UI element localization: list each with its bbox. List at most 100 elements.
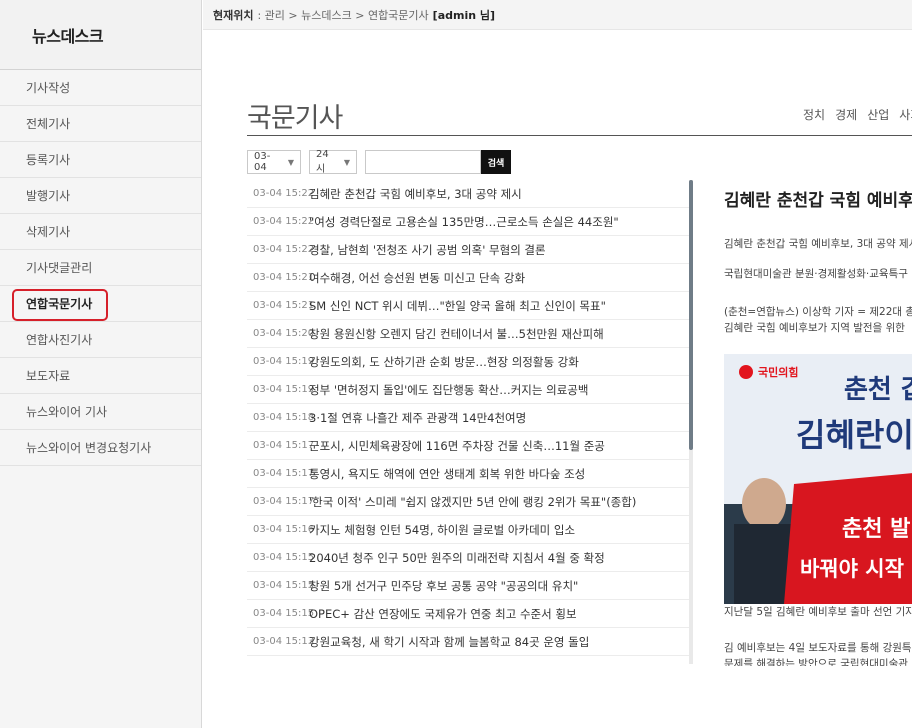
sidebar-header: 뉴스데스크 — [0, 0, 201, 70]
category-tab[interactable]: 경제 — [835, 108, 857, 122]
breadcrumb-prefix: 현재위치 — [213, 8, 254, 22]
photo-text-1: 춘천 갑 — [844, 375, 912, 405]
news-row[interactable]: 03-04 15:16 카지노 체험형 인턴 54명, 하이원 글로벌 아카데미 … — [247, 516, 691, 544]
news-time: 03-04 15:22 — [253, 216, 315, 227]
news-row[interactable]: 03-04 15:17 '한국 이적' 스미레 "쉽지 않겠지만 5년 안에 랭킹… — [247, 488, 691, 516]
article-photo-image: 국민의힘 춘천 갑 김혜란이 춘천 발 바꿔야 시작 — [724, 354, 912, 604]
news-title[interactable]: 김혜란 춘천갑 국힘 예비후보, 3대 공약 제시 — [309, 186, 522, 202]
sidebar-item[interactable]: 기사작성 — [0, 70, 201, 106]
news-time: 03-04 15:16 — [253, 524, 315, 535]
sidebar-item[interactable]: 뉴스와이어 기사 — [0, 394, 201, 430]
article-summary-1: 김혜란 춘천갑 국힘 예비후보, 3대 공약 제시 — [724, 238, 912, 250]
article-byline-1: (춘천=연합뉴스) 이상학 기자 = 제22대 총선 — [724, 306, 912, 318]
sidebar-item[interactable]: 뉴스와이어 변경요청기사 — [0, 430, 201, 466]
news-row[interactable]: 03-04 15:15 2040년 청주 인구 50만 원주의 미래전략 지침서 … — [247, 544, 691, 572]
news-row[interactable]: 03-04 15:19 정부 '면허정지 돌입'에도 집단행동 확산…커지는 의료… — [247, 376, 691, 404]
news-title[interactable]: 강원도의회, 도 산하기관 순회 방문…현장 의정활동 강화 — [309, 354, 579, 370]
news-time: 03-04 15:21 — [253, 300, 315, 311]
sidebar-item[interactable]: 보도자료 — [0, 358, 201, 394]
news-time: 03-04 15:22 — [253, 244, 315, 255]
article-photo: 국민의힘 춘천 갑 김혜란이 춘천 발 바꿔야 시작 — [724, 354, 912, 604]
news-title[interactable]: 강원교육청, 새 학기 시작과 함께 늘봄학교 84곳 운영 돌입 — [309, 634, 589, 650]
chevron-down-icon: ▼ — [287, 157, 294, 167]
news-title[interactable]: 여수해경, 어선 승선원 변동 미신고 단속 강화 — [309, 270, 525, 286]
sidebar-item-label: 기사댓글관리 — [26, 261, 93, 275]
news-time: 03-04 15:20 — [253, 328, 315, 339]
sidebar-item-label: 등록기사 — [26, 153, 71, 167]
hour-select[interactable]: 24시 ▼ — [309, 149, 357, 175]
sidebar-item[interactable]: 기사댓글관리 — [0, 250, 201, 286]
current-user: [admin 님] — [432, 8, 496, 22]
sidebar-item-label: 보도자료 — [26, 369, 71, 383]
search-input[interactable] — [365, 150, 481, 174]
filter-bar: 03-04 ▼ 24시 ▼ 검색 — [247, 149, 511, 175]
news-row[interactable]: 03-04 15:15 창원 5개 선거구 민주당 후보 공통 공약 "공공의대 … — [247, 572, 691, 600]
date-select[interactable]: 03-04 ▼ — [247, 150, 301, 174]
news-title[interactable]: 2040년 청주 인구 50만 원주의 미래전략 지침서 4월 중 확정 — [309, 550, 605, 566]
news-title[interactable]: 3·1절 연휴 나흘간 제주 관광객 14만4천여명 — [309, 410, 526, 426]
news-title[interactable]: 통영시, 욕지도 해역에 연안 생태계 회복 위한 바다숲 조성 — [309, 466, 585, 482]
news-time: 03-04 15:17 — [253, 496, 315, 507]
sidebar-item[interactable]: 연합사진기사 — [0, 322, 201, 358]
news-row[interactable]: 03-04 15:18 3·1절 연휴 나흘간 제주 관광객 14만4천여명 — [247, 404, 691, 432]
sidebar-item[interactable]: 삭제기사 — [0, 214, 201, 250]
active-item-highlight — [12, 289, 108, 321]
sidebar: 뉴스데스크 기사작성 전체기사등록기사발행기사삭제기사기사댓글관리연합국문기사 연합… — [0, 0, 202, 728]
chevron-down-icon: ▼ — [343, 157, 350, 167]
main-content: 현재위치 : 관리 > 뉴스데스크 > 연합국문기사 [admin 님] 국문기… — [203, 0, 912, 728]
news-row[interactable]: 03-04 15:13 강원교육청, 새 학기 시작과 함께 늘봄학교 84곳 운… — [247, 628, 691, 656]
news-title[interactable]: 카지노 체험형 인턴 54명, 하이원 글로벌 아카데미 입소 — [309, 522, 575, 538]
news-list-scrollbar[interactable] — [689, 180, 693, 664]
article-body-2: 문제를 해결하는 방안으로 국립현대미술관 — [724, 658, 908, 666]
news-row[interactable]: 03-04 15:19 강원도의회, 도 산하기관 순회 방문…현장 의정활동 강… — [247, 348, 691, 376]
news-time: 03-04 15:19 — [253, 356, 315, 367]
news-row[interactable]: 03-04 15:21 여수해경, 어선 승선원 변동 미신고 단속 강화 — [247, 264, 691, 292]
scrollbar-thumb[interactable] — [689, 180, 693, 450]
article-byline-2: 김혜란 국힘 예비후보가 지역 발전을 위한 — [724, 322, 905, 334]
title-row: 국문기사 정치 경제 산업 사회 — [247, 96, 912, 136]
sidebar-item[interactable]: 등록기사 — [0, 142, 201, 178]
news-list: 03-04 15:22 김혜란 춘천갑 국힘 예비후보, 3대 공약 제시 03-0… — [247, 180, 691, 664]
breadcrumb-path: : 관리 > 뉴스데스크 > 연합국문기사 — [257, 8, 429, 22]
news-row[interactable]: 03-04 15:15 OPEC+ 감산 연장에도 국제유가 연중 최고 수준서 … — [247, 600, 691, 628]
breadcrumb: 현재위치 : 관리 > 뉴스데스크 > 연합국문기사 [admin 님] — [203, 0, 912, 30]
sidebar-item-label: 삭제기사 — [26, 225, 71, 239]
news-row[interactable]: 03-04 15:22 경찰, 남현희 '전청조 사기 공범 의혹' 무혐의 결론 — [247, 236, 691, 264]
search-button[interactable]: 검색 — [481, 150, 511, 174]
news-row[interactable]: 03-04 15:20 창원 용원신항 오렌지 담긴 컨테이너서 불…5천만원 재… — [247, 320, 691, 348]
sidebar-item[interactable]: 발행기사 — [0, 178, 201, 214]
news-title[interactable]: 경찰, 남현희 '전청조 사기 공범 의혹' 무혐의 결론 — [309, 242, 546, 258]
article-detail: 김혜란 춘천갑 국힘 예비후보, 3대 공약 제시 김혜란 춘천갑 국힘 예비후… — [724, 180, 912, 666]
photo-caption: 지난달 5일 김혜란 예비후보 출마 선언 기자회견 — [724, 606, 912, 618]
news-title[interactable]: 창원 5개 선거구 민주당 후보 공통 공약 "공공의대 유치" — [309, 578, 578, 594]
sidebar-item[interactable]: 연합국문기사 — [0, 286, 201, 322]
news-title[interactable]: "여성 경력단절로 고용손실 135만명…근로소득 손실은 44조원" — [309, 214, 619, 230]
news-title[interactable]: 창원 용원신항 오렌지 담긴 컨테이너서 불…5천만원 재산피해 — [309, 326, 604, 342]
news-time: 03-04 15:17 — [253, 440, 315, 451]
article-title: 김혜란 춘천갑 국힘 예비후보, 3대 공약 제시 — [724, 191, 912, 211]
news-row[interactable]: 03-04 15:21 SM 신인 NCT 위시 데뷔…"한일 양국 올해 최고 … — [247, 292, 691, 320]
news-row[interactable]: 03-04 15:17 군포시, 시민체육광장에 116면 주차장 건물 신축…1… — [247, 432, 691, 460]
category-tab[interactable]: 산업 — [867, 108, 889, 122]
news-row[interactable]: 03-04 15:17 통영시, 욕지도 해역에 연안 생태계 회복 위한 바다숲… — [247, 460, 691, 488]
article-summary-2: 국립현대미술관 분원·경제활성화·교육특구 — [724, 268, 908, 280]
news-time: 03-04 15:18 — [253, 412, 315, 423]
news-title[interactable]: 정부 '면허정지 돌입'에도 집단행동 확산…커지는 의료공백 — [309, 382, 588, 398]
news-time: 03-04 15:15 — [253, 552, 315, 563]
category-tab[interactable]: 사회 — [899, 108, 912, 122]
news-title[interactable]: 군포시, 시민체육광장에 116면 주차장 건물 신축…11월 준공 — [309, 438, 605, 454]
news-title[interactable]: '한국 이적' 스미레 "쉽지 않겠지만 5년 안에 랭킹 2위가 목표"(종합… — [309, 494, 636, 510]
news-title[interactable]: SM 신인 NCT 위시 데뷔…"한일 양국 올해 최고 신인이 목표" — [309, 298, 606, 314]
news-title[interactable]: OPEC+ 감산 연장에도 국제유가 연중 최고 수준서 횡보 — [309, 606, 577, 622]
photo-party-text: 국민의힘 — [758, 365, 798, 379]
photo-text-2: 김혜란이 — [796, 416, 912, 454]
article-body-1: 김 예비후보는 4일 보도자료를 통해 강원특별 — [724, 642, 912, 654]
sidebar-item[interactable]: 전체기사 — [0, 106, 201, 142]
hour-select-value: 24시 — [316, 149, 329, 175]
news-time: 03-04 15:22 — [253, 188, 315, 199]
news-time: 03-04 15:15 — [253, 608, 315, 619]
news-row[interactable]: 03-04 15:22 "여성 경력단절로 고용손실 135만명…근로소득 손실은… — [247, 208, 691, 236]
date-select-value: 03-04 — [254, 151, 271, 173]
category-tab[interactable]: 정치 — [803, 108, 825, 122]
news-row[interactable]: 03-04 15:22 김혜란 춘천갑 국힘 예비후보, 3대 공약 제시 — [247, 180, 691, 208]
